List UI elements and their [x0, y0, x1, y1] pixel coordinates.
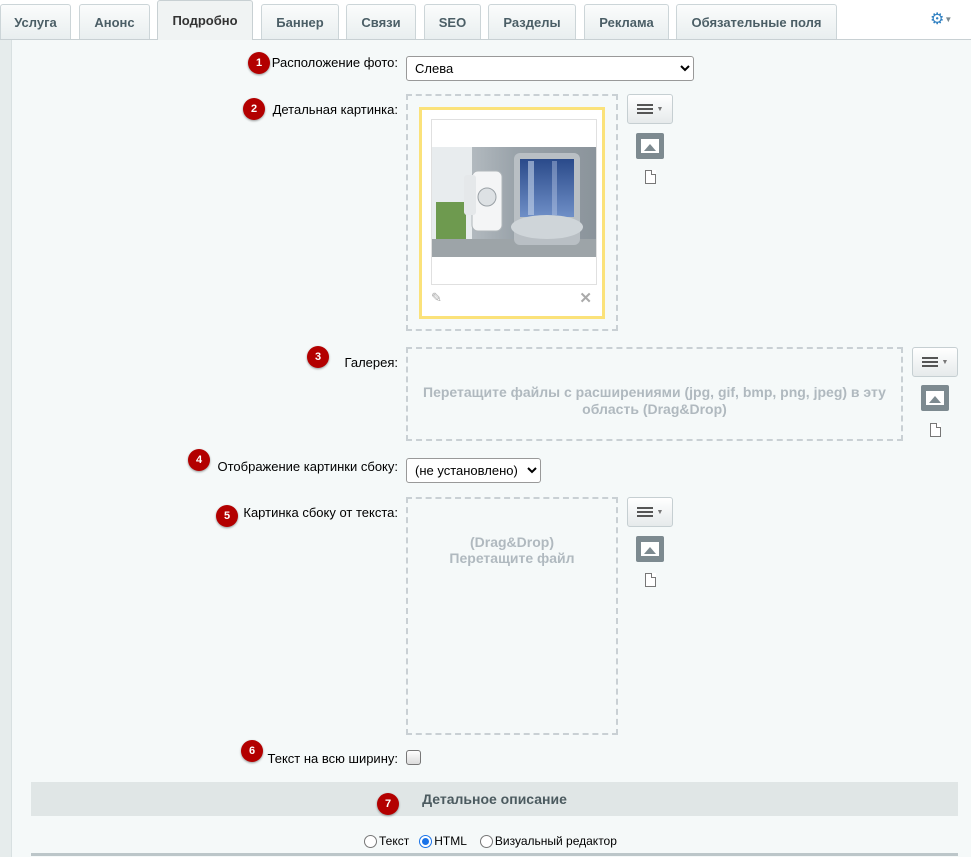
- image-upload-icon[interactable]: [921, 385, 949, 411]
- caret-down-icon: ▼: [944, 15, 953, 24]
- radio-html[interactable]: [419, 834, 433, 848]
- radio-visual-editor-label: Визуальный редактор: [494, 834, 617, 848]
- gallery-dropzone[interactable]: Перетащите файлы с расширениями (jpg, gi…: [406, 347, 903, 441]
- gear-icon[interactable]: ⚙▼: [930, 12, 958, 30]
- side-picture-display-label: Отображение картинки сбоку:: [217, 459, 399, 474]
- menu-icon: [636, 104, 653, 114]
- badge-7: 7: [377, 793, 399, 815]
- file-icon[interactable]: [645, 170, 656, 184]
- tab-bar: Услуга Анонс Подробно Баннер Связи SEO Р…: [0, 0, 971, 40]
- tab-anons[interactable]: Анонс: [79, 4, 150, 40]
- full-width-text-label: Текст на всю ширину:: [267, 751, 398, 766]
- side-picture-label: Картинка сбоку от текста:: [243, 505, 398, 520]
- caret-down-icon: ▼: [941, 358, 949, 366]
- tab-seo[interactable]: SEO: [424, 4, 481, 40]
- detail-picture-card[interactable]: ✎ ✕: [419, 107, 605, 319]
- gallery-dropzone-text: Перетащите файлы с расширениями (jpg, gi…: [423, 384, 886, 417]
- file-icon[interactable]: [645, 573, 656, 587]
- side-picture-display-select[interactable]: (не установлено): [406, 458, 541, 483]
- section-title: Детальное описание: [422, 791, 567, 807]
- side-picture-dropzone[interactable]: (Drag&Drop) Перетащите файл: [406, 497, 618, 735]
- side-picture-menu-button[interactable]: ▼: [627, 497, 673, 527]
- radio-text[interactable]: [364, 834, 377, 848]
- caret-down-icon: ▼: [656, 105, 664, 113]
- panel-left-stripe: [0, 40, 12, 857]
- caret-down-icon: ▼: [656, 508, 664, 516]
- detail-picture-menu-button[interactable]: ▼: [627, 94, 673, 124]
- radio-text-label: Текст: [379, 834, 410, 848]
- edit-pencil-icon[interactable]: ✎: [431, 290, 442, 306]
- tab-razdely[interactable]: Разделы: [488, 4, 576, 40]
- tab-required-fields[interactable]: Обязательные поля: [676, 4, 837, 40]
- radio-visual-editor[interactable]: [479, 834, 493, 848]
- detail-description-section: Детальное описание: [31, 782, 958, 816]
- gallery-menu-button[interactable]: ▼: [912, 347, 958, 377]
- menu-icon: [921, 357, 938, 367]
- photo-position-label: Расположение фото:: [271, 55, 398, 70]
- file-icon[interactable]: [930, 423, 941, 437]
- full-width-text-checkbox[interactable]: [406, 750, 421, 765]
- side-picture-dropzone-line1: (Drag&Drop): [470, 534, 554, 550]
- detail-picture-image: [432, 147, 596, 257]
- image-upload-icon[interactable]: [636, 536, 664, 562]
- close-icon[interactable]: ✕: [579, 289, 592, 307]
- divider: [31, 853, 958, 856]
- gallery-label: Галерея:: [344, 355, 398, 370]
- radio-html-label: HTML: [434, 834, 467, 848]
- photo-position-select[interactable]: Слева: [406, 56, 694, 81]
- editor-mode-group: Текст HTML Визуальный редактор: [364, 834, 617, 848]
- tab-podrobno[interactable]: Подробно: [157, 0, 253, 40]
- side-picture-dropzone-line2: Перетащите файл: [449, 550, 575, 566]
- detail-picture-label: Детальная картинка:: [272, 102, 398, 117]
- tab-banner[interactable]: Баннер: [261, 4, 339, 40]
- tab-svyazi[interactable]: Связи: [346, 4, 416, 40]
- menu-icon: [636, 507, 653, 517]
- tab-usluga[interactable]: Услуга: [0, 4, 71, 40]
- image-upload-icon[interactable]: [636, 133, 664, 159]
- tab-reklama[interactable]: Реклама: [584, 4, 669, 40]
- detail-picture-preview: [431, 119, 597, 285]
